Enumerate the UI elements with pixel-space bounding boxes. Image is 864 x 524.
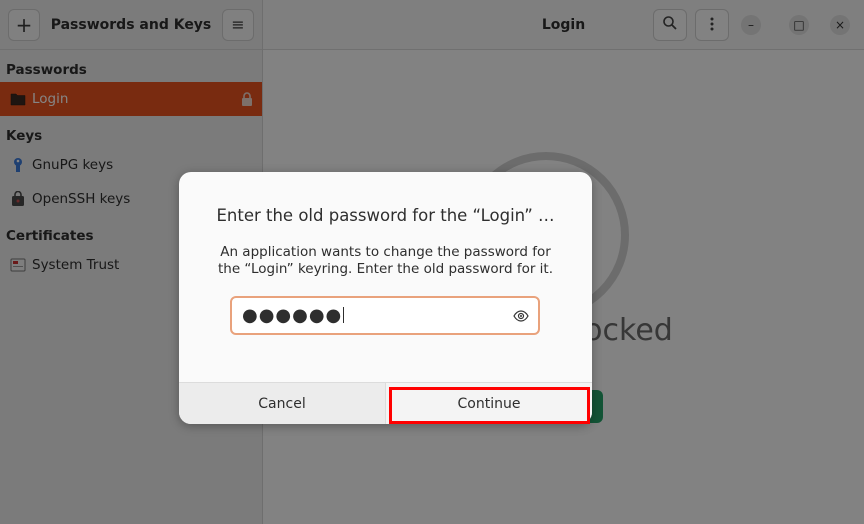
cancel-button[interactable]: Cancel [179,383,385,424]
dialog-message-line: the “Login” keyring. Enter the old passw… [217,261,554,277]
text-caret [343,307,345,323]
dialog-message-line: An application wants to change the passw… [220,244,551,260]
continue-button[interactable]: Continue [385,383,592,424]
dialog-title: Enter the old password for the “Login” … [216,206,555,225]
show-password-icon[interactable] [512,307,530,325]
password-input[interactable]: ●●●●●● [242,305,512,326]
dialog-message: An application wants to change the passw… [199,244,572,278]
password-dialog: Enter the old password for the “Login” …… [179,172,592,424]
dialog-button-bar: Cancel Continue [179,382,592,424]
password-mask: ●●●●●● [242,305,343,326]
old-password-field[interactable]: ●●●●●● [230,296,540,335]
